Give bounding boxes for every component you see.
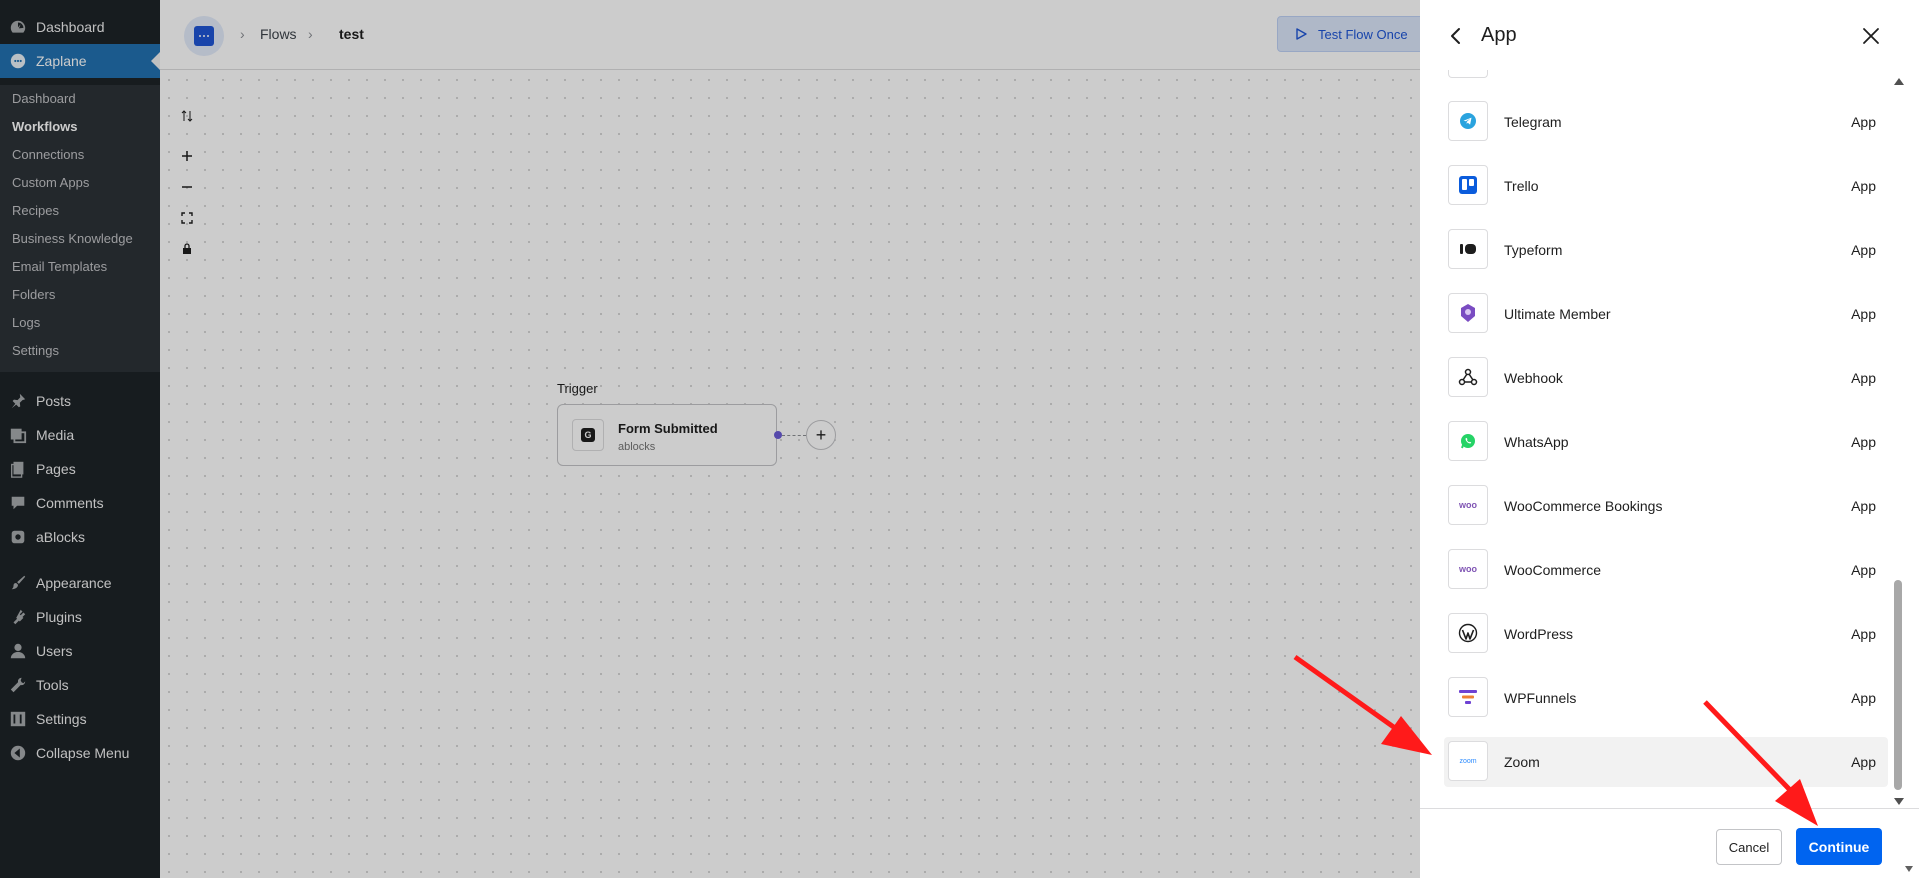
app-type: App [1851, 306, 1876, 322]
page-scroll-down-icon[interactable] [1905, 866, 1913, 872]
app-row-telegram[interactable]: Telegram App [1444, 97, 1888, 147]
whatsapp-logo-icon [1448, 421, 1488, 461]
scroll-down-arrow-icon[interactable] [1894, 798, 1904, 805]
woo-logo-icon: woo [1448, 549, 1488, 589]
app-row-wpfunnels[interactable]: WPFunnels App [1444, 673, 1888, 723]
app-row-partial [1448, 70, 1488, 78]
panel-footer: Cancel Continue [1420, 808, 1919, 878]
app-name: WooCommerce Bookings [1504, 498, 1663, 514]
app-name: Telegram [1504, 114, 1562, 130]
woo-logo-icon: woo [1448, 485, 1488, 525]
app-type: App [1851, 690, 1876, 706]
app-type: App [1851, 498, 1876, 514]
app-type: App [1851, 626, 1876, 642]
app-type: App [1851, 754, 1876, 770]
modal-backdrop[interactable] [0, 0, 1420, 878]
app-type: App [1851, 370, 1876, 386]
app-name: WPFunnels [1504, 690, 1577, 706]
app-type: App [1851, 242, 1876, 258]
telegram-logo-icon [1448, 101, 1488, 141]
woo-logo-text: woo [1459, 500, 1477, 510]
app-row-whatsapp[interactable]: WhatsApp App [1444, 417, 1888, 467]
app-row-webhook[interactable]: Webhook App [1444, 353, 1888, 403]
app-name: Typeform [1504, 242, 1563, 258]
wpfunnels-logo-icon [1448, 677, 1488, 717]
app-name: WhatsApp [1504, 434, 1569, 450]
app-list[interactable]: Telegram App Trello App Typeform App Ult… [1420, 70, 1900, 810]
app-type: App [1851, 178, 1876, 194]
app-row-typeform[interactable]: Typeform App [1444, 225, 1888, 275]
app-row-trello[interactable]: Trello App [1444, 161, 1888, 211]
app-name: Zoom [1504, 754, 1540, 770]
app-name: Webhook [1504, 370, 1563, 386]
zoom-logo-icon: zoom [1448, 741, 1488, 781]
app-picker-panel: App Telegram App Trello App Typeform App… [1420, 0, 1919, 878]
app-type: App [1851, 434, 1876, 450]
ultimate-member-logo-icon [1448, 293, 1488, 333]
panel-title: App [1481, 24, 1517, 46]
app-row-ultimate-member[interactable]: Ultimate Member App [1444, 289, 1888, 339]
app-row-woocommerce[interactable]: woo WooCommerce App [1444, 545, 1888, 595]
app-name: WordPress [1504, 626, 1573, 642]
trello-logo-icon [1448, 165, 1488, 205]
app-name: Ultimate Member [1504, 306, 1611, 322]
scrollbar-thumb[interactable] [1894, 580, 1902, 790]
close-icon[interactable] [1861, 26, 1881, 46]
wordpress-logo-icon [1448, 613, 1488, 653]
app-type: App [1851, 562, 1876, 578]
cancel-button[interactable]: Cancel [1716, 829, 1782, 865]
back-arrow-icon[interactable] [1448, 26, 1464, 46]
webhook-logo-icon [1448, 357, 1488, 397]
app-row-wordpress[interactable]: WordPress App [1444, 609, 1888, 659]
app-row-woocommerce-bookings[interactable]: woo WooCommerce Bookings App [1444, 481, 1888, 531]
app-type: App [1851, 114, 1876, 130]
zoom-logo-text: zoom [1459, 757, 1477, 765]
scroll-up-arrow-icon[interactable] [1894, 78, 1904, 85]
app-name: WooCommerce [1504, 562, 1601, 578]
woo-logo-text: woo [1459, 564, 1477, 574]
app-row-zoom[interactable]: zoom Zoom App [1444, 737, 1888, 787]
app-name: Trello [1504, 178, 1539, 194]
typeform-logo-icon [1448, 229, 1488, 269]
continue-button[interactable]: Continue [1796, 828, 1882, 865]
